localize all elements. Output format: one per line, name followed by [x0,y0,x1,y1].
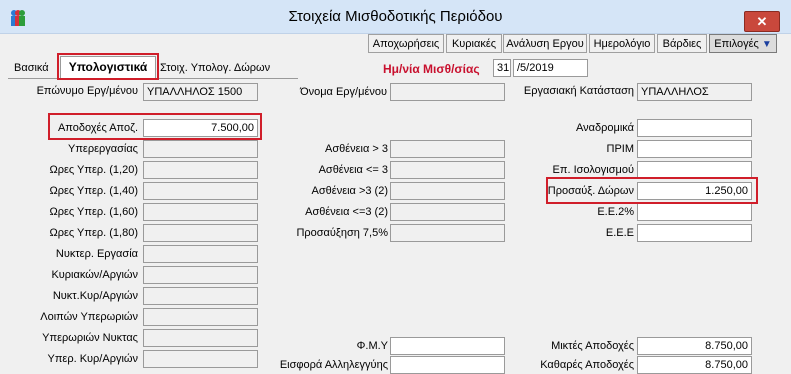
field-label: Υπερεργασίας [67,143,138,155]
sundays-button[interactable]: Κυριακές [446,34,502,53]
overwork-input[interactable] [143,140,258,158]
overtime-120-input[interactable] [143,161,258,179]
overtime-160-input[interactable] [143,203,258,221]
solidarity-contribution-input[interactable] [390,356,505,374]
close-icon: ✕ [756,14,768,29]
window-title: Στοιχεία Μισθοδοτικής Περιόδου [288,8,503,25]
sickness-le3-2-input[interactable] [390,203,505,221]
field-label: Αναδρομικά [575,122,634,134]
field-label: Επ. Ισολογισμού [552,164,634,176]
field-label: Φ.Μ.Υ [356,340,388,352]
departures-button[interactable]: Αποχωρήσεις [368,34,444,53]
sickness-le3-input[interactable] [390,161,505,179]
field-label: ΠΡΙΜ [606,143,635,155]
dropdown-arrow-icon: ▼ [761,39,772,50]
sickness-gt3-input[interactable] [390,140,505,158]
highlight-box-tab [57,53,159,80]
eee-input[interactable] [637,224,752,242]
employment-status-field: ΥΠΑΛΛΗΛΟΣ [637,83,752,101]
ee2-input[interactable] [637,203,752,221]
field-label: Ωρες Υπερ. (1,80) [49,227,138,239]
field-label: Ε.Ε.Ε [605,227,634,239]
field-label: Ωρες Υπερ. (1,20) [49,164,138,176]
sunday-overtime-input[interactable] [143,350,258,368]
field-label: Μικτές Αποδοχές [551,340,634,352]
field-label: Ασθένεια <= 3 [318,164,388,176]
employee-name-label: Όνομα Εργ/μένου [300,86,387,98]
title-bar: Στοιχεία Μισθοδοτικής Περιόδου ✕ [0,0,791,34]
field-label: Ε.Ε.2% [597,206,634,218]
field-label: Προσαύξηση 7,5% [296,227,388,239]
employee-surname-field: ΥΠΑΛΛΗΛΟΣ 1500 [143,83,258,101]
gross-pay-field: 8.750,00 [637,337,752,355]
options-label: Επιλογές [714,38,759,50]
highlight-box-gift-increase [546,177,758,204]
night-sundays-input[interactable] [143,287,258,305]
overtime-140-input[interactable] [143,182,258,200]
field-label: Ωρες Υπερ. (1,60) [49,206,138,218]
calendar-button[interactable]: Ημερολόγιο [589,34,655,53]
options-button[interactable]: Επιλογές ▼ [709,34,777,53]
tab-basic[interactable]: Βασικά [14,59,49,77]
sickness-gt3-2-input[interactable] [390,182,505,200]
other-overtime-input[interactable] [143,308,258,326]
shifts-button[interactable]: Βάρδιες [657,34,707,53]
field-label: Ασθένεια >3 (2) [311,185,388,197]
field-label: Ασθένεια <=3 (2) [305,206,388,218]
night-work-input[interactable] [143,245,258,263]
field-label: Υπερ. Κυρ/Αργιών [47,353,139,365]
field-label: Ασθένεια > 3 [324,143,388,155]
overtime-180-input[interactable] [143,224,258,242]
highlight-box-compensation [48,113,262,140]
field-label: Νυκτερ. Εργασία [55,248,138,260]
work-analysis-button[interactable]: Ανάλυση Εργου [503,34,587,53]
field-label: Λοιπών Υπερωριών [40,311,138,323]
employee-name-field [390,83,505,101]
income-tax-input[interactable] [390,337,505,355]
night-overtime-input[interactable] [143,329,258,347]
payroll-day-input[interactable]: 31 [493,59,511,77]
employee-surname-label: Επώνυμο Εργ/μένου [36,85,138,97]
field-label: Νυκτ.Κυρ/Αργιών [52,290,138,302]
bonus-input[interactable] [637,140,752,158]
field-label: Καθαρές Αποδοχές [540,359,634,371]
tab-gift-calculation[interactable]: Στοιχ. Υπολογ. Δώρων [160,59,270,77]
increase-75-input[interactable] [390,224,505,242]
field-label: Εισφορά Αλληλεγγύης [279,359,388,371]
payroll-month-year-input[interactable]: /5/2019 [513,59,588,77]
field-label: Κυριακών/Αργιών [51,269,138,281]
retroactive-input[interactable] [637,119,752,137]
field-label: Ωρες Υπερ. (1,40) [49,185,138,197]
payroll-date-label: Ημ/νία Μισθ/σίας [383,62,480,76]
employment-status-label: Εργασιακή Κατάσταση [523,85,634,97]
close-button[interactable]: ✕ [744,11,780,32]
net-pay-field: 8.750,00 [637,356,752,374]
sundays-holidays-input[interactable] [143,266,258,284]
field-label: Υπερωριών Νυκτας [42,332,138,344]
